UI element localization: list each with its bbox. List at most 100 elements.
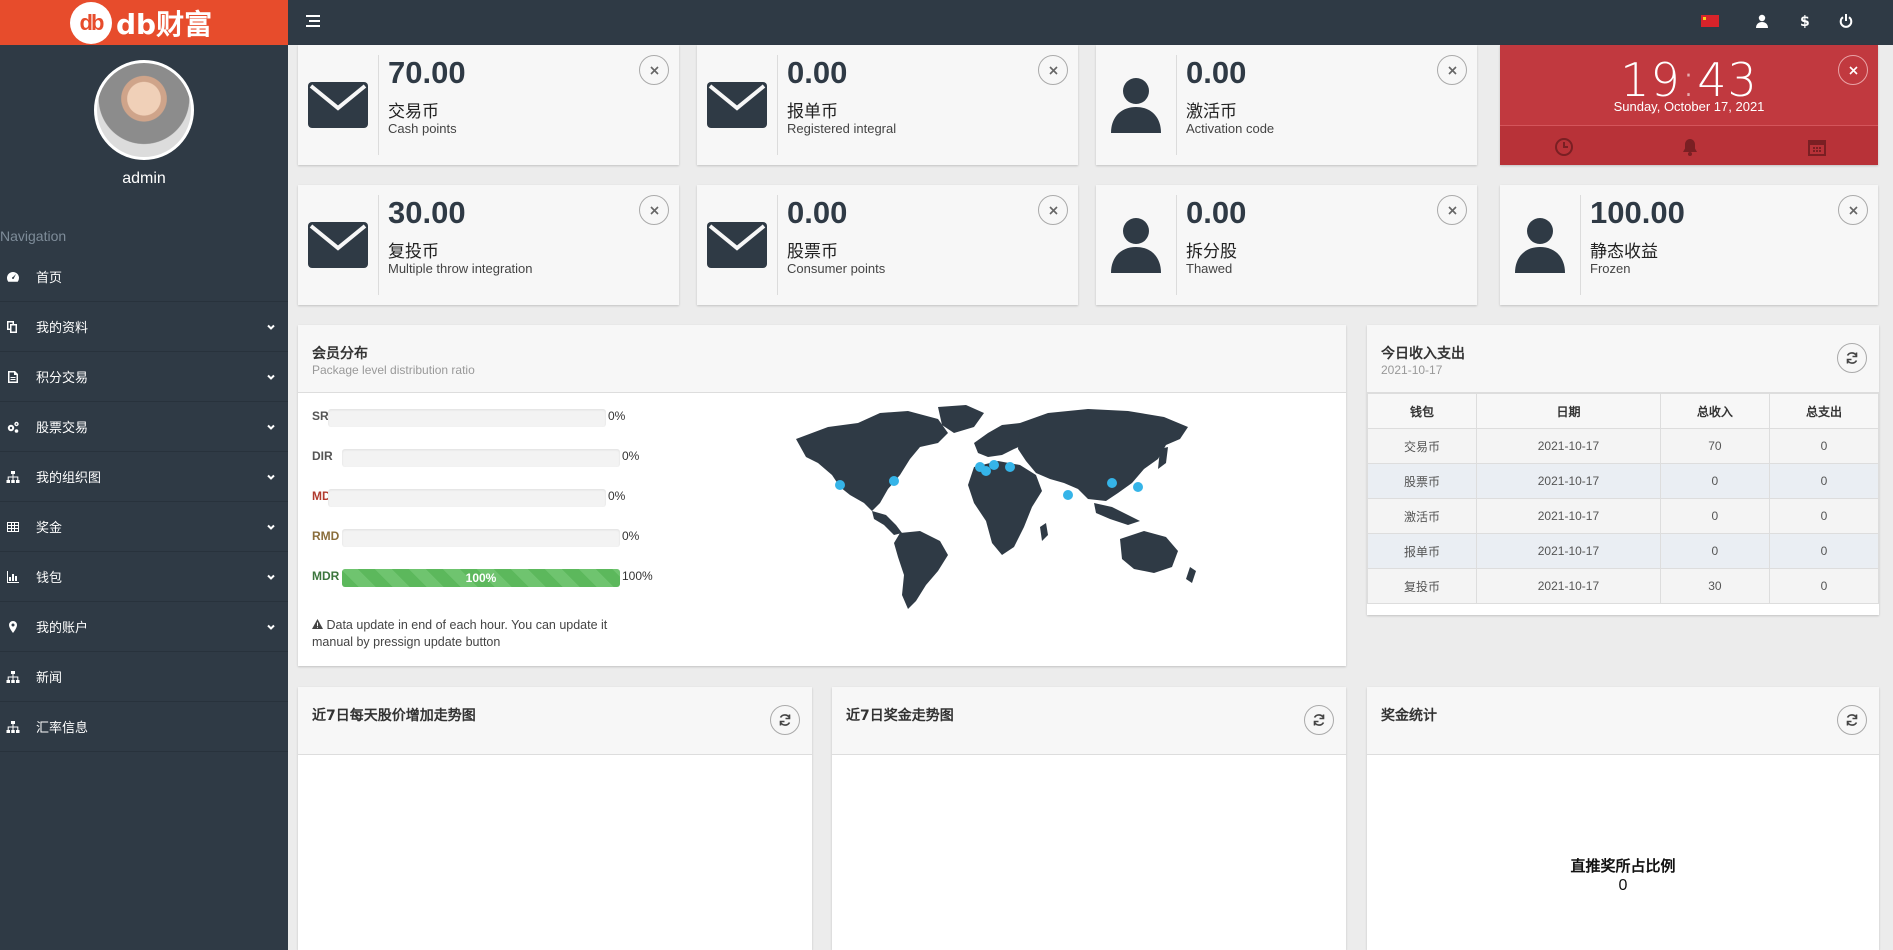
stat-card: 100.00 静态收益 Frozen xyxy=(1500,185,1878,305)
close-button[interactable] xyxy=(1838,195,1868,225)
stat-divider xyxy=(1580,195,1581,295)
member-distribution-panel: 会员分布 Package level distribution ratio SR… xyxy=(298,325,1346,666)
close-button[interactable] xyxy=(1838,55,1868,85)
stat-label: 交易币 xyxy=(388,102,439,122)
table-cell: 2021-10-17 xyxy=(1476,568,1661,604)
nav-header: Navigation xyxy=(0,228,67,244)
close-button[interactable] xyxy=(1437,195,1467,225)
close-button[interactable] xyxy=(639,195,669,225)
close-icon xyxy=(649,205,659,215)
table-cell: 0 xyxy=(1659,498,1770,534)
sidebar-item-6[interactable]: 奖金 xyxy=(0,502,288,552)
map-south-america xyxy=(894,531,948,609)
chart-area: 直推奖所占比例 0 xyxy=(1367,755,1879,950)
level-progress-row: MD 0% xyxy=(312,487,652,507)
panel-title: 近7日每天股价增加走势图 xyxy=(312,708,476,724)
warning-icon xyxy=(312,619,323,629)
level-name: MDR xyxy=(312,569,340,583)
top-bar: $ xyxy=(288,0,1893,45)
svg-text:$: $ xyxy=(1800,14,1810,29)
avatar[interactable] xyxy=(94,60,194,160)
stat-divider xyxy=(1176,55,1177,155)
refresh-icon xyxy=(1846,352,1858,364)
level-percent: 0% xyxy=(622,449,640,463)
stat-sublabel: Consumer points xyxy=(787,261,886,276)
close-button[interactable] xyxy=(639,55,669,85)
panel-title: 近7日奖金走势图 xyxy=(846,708,954,724)
sitemap-icon xyxy=(6,470,20,484)
sidebar-item-7[interactable]: 钱包 xyxy=(0,552,288,602)
clock-widget: 19:43 Sunday, October 17, 2021 xyxy=(1500,45,1878,165)
column-header: 日期 xyxy=(1476,393,1661,429)
sidebar-item-10[interactable]: 汇率信息 xyxy=(0,702,288,752)
column-header: 钱包 xyxy=(1366,393,1478,429)
refresh-button[interactable] xyxy=(1837,705,1867,735)
dashboard-icon xyxy=(6,270,20,284)
stat-divider xyxy=(777,195,778,295)
user-icon[interactable] xyxy=(1753,12,1771,30)
level-name: SR xyxy=(312,409,329,423)
table-row: 复投币 2021-10-17 30 0 xyxy=(1366,568,1880,604)
clock-icon[interactable] xyxy=(1553,136,1575,158)
stat-card: 0.00 报单币 Registered integral xyxy=(697,45,1078,165)
chevron-down-icon xyxy=(266,620,276,630)
refresh-button[interactable] xyxy=(1837,343,1867,373)
menu-icon[interactable] xyxy=(306,14,322,30)
sidebar-item-8[interactable]: 我的账户 xyxy=(0,602,288,652)
chevron-down-icon xyxy=(266,520,276,530)
sidebar-item-3[interactable]: 积分交易 xyxy=(0,352,288,402)
close-icon xyxy=(1848,65,1858,75)
map-marker xyxy=(835,480,845,490)
stat-label: 拆分股 xyxy=(1186,242,1237,262)
flag-icon[interactable] xyxy=(1701,12,1719,30)
table-header-row: 钱包 日期 总收入 总支出 xyxy=(1366,393,1880,429)
chart-area xyxy=(832,755,1346,950)
panel-body: SR 0% DIR 0% MD 0% RMD 0% MDR 100% 100% Data updat… xyxy=(298,393,1346,666)
stat-label: 股票币 xyxy=(787,242,838,262)
sitemap-icon xyxy=(6,720,20,734)
refresh-icon xyxy=(1313,714,1325,726)
sidebar: db db财富 admin Navigation 首页 我的资料 积分交易 股票交易我… xyxy=(0,0,288,950)
close-icon xyxy=(1048,205,1058,215)
dollar-icon[interactable]: $ xyxy=(1796,12,1814,30)
map-marker xyxy=(889,476,899,486)
close-button[interactable] xyxy=(1437,55,1467,85)
sidebar-nav: 首页 我的资料 积分交易 股票交易 我的组织图 奖金 钱包 我的账户 新闻 汇率信息 xyxy=(0,252,288,752)
logo-mark: db xyxy=(70,1,112,44)
map-africa xyxy=(968,461,1042,555)
stat-label: 复投币 xyxy=(388,242,439,262)
progress-track xyxy=(328,409,606,427)
close-button[interactable] xyxy=(1038,55,1068,85)
panel-header: 奖金统计 xyxy=(1367,687,1879,755)
progress-track xyxy=(342,449,620,467)
table-cell: 0 xyxy=(1768,498,1880,534)
brand-logo[interactable]: db db财富 xyxy=(0,0,288,45)
panel-header: 今日收入支出 2021-10-17 xyxy=(1367,325,1879,393)
map-new-zealand xyxy=(1186,567,1196,583)
chart-area xyxy=(298,755,812,950)
power-icon[interactable] xyxy=(1837,12,1855,30)
stat-sublabel: Thawed xyxy=(1186,261,1233,276)
sidebar-item-1[interactable]: 首页 xyxy=(0,252,288,302)
map-marker xyxy=(1005,462,1015,472)
refresh-button[interactable] xyxy=(770,705,800,735)
world-map[interactable] xyxy=(788,403,1208,613)
sidebar-item-5[interactable]: 我的组织图 xyxy=(0,452,288,502)
bonus-stats-panel: 奖金统计 直推奖所占比例 0 xyxy=(1367,687,1879,950)
sidebar-item-9[interactable]: 新闻 xyxy=(0,652,288,702)
map-marker xyxy=(1107,478,1117,488)
sidebar-item-2[interactable]: 我的资料 xyxy=(0,302,288,352)
refresh-button[interactable] xyxy=(1304,705,1334,735)
calendar-icon[interactable] xyxy=(1806,136,1828,158)
stat-divider xyxy=(1176,195,1177,295)
bell-icon[interactable] xyxy=(1679,136,1701,158)
sidebar-item-4[interactable]: 股票交易 xyxy=(0,402,288,452)
envelope-icon xyxy=(705,207,769,283)
stat-card: 0.00 拆分股 Thawed xyxy=(1096,185,1477,305)
stat-card: 0.00 激活币 Activation code xyxy=(1096,45,1477,165)
map-north-america xyxy=(796,411,948,511)
table-cell: 0 xyxy=(1768,568,1880,604)
close-button[interactable] xyxy=(1038,195,1068,225)
chevron-down-icon xyxy=(266,470,276,480)
table-row: 股票币 2021-10-17 0 0 xyxy=(1366,463,1880,499)
